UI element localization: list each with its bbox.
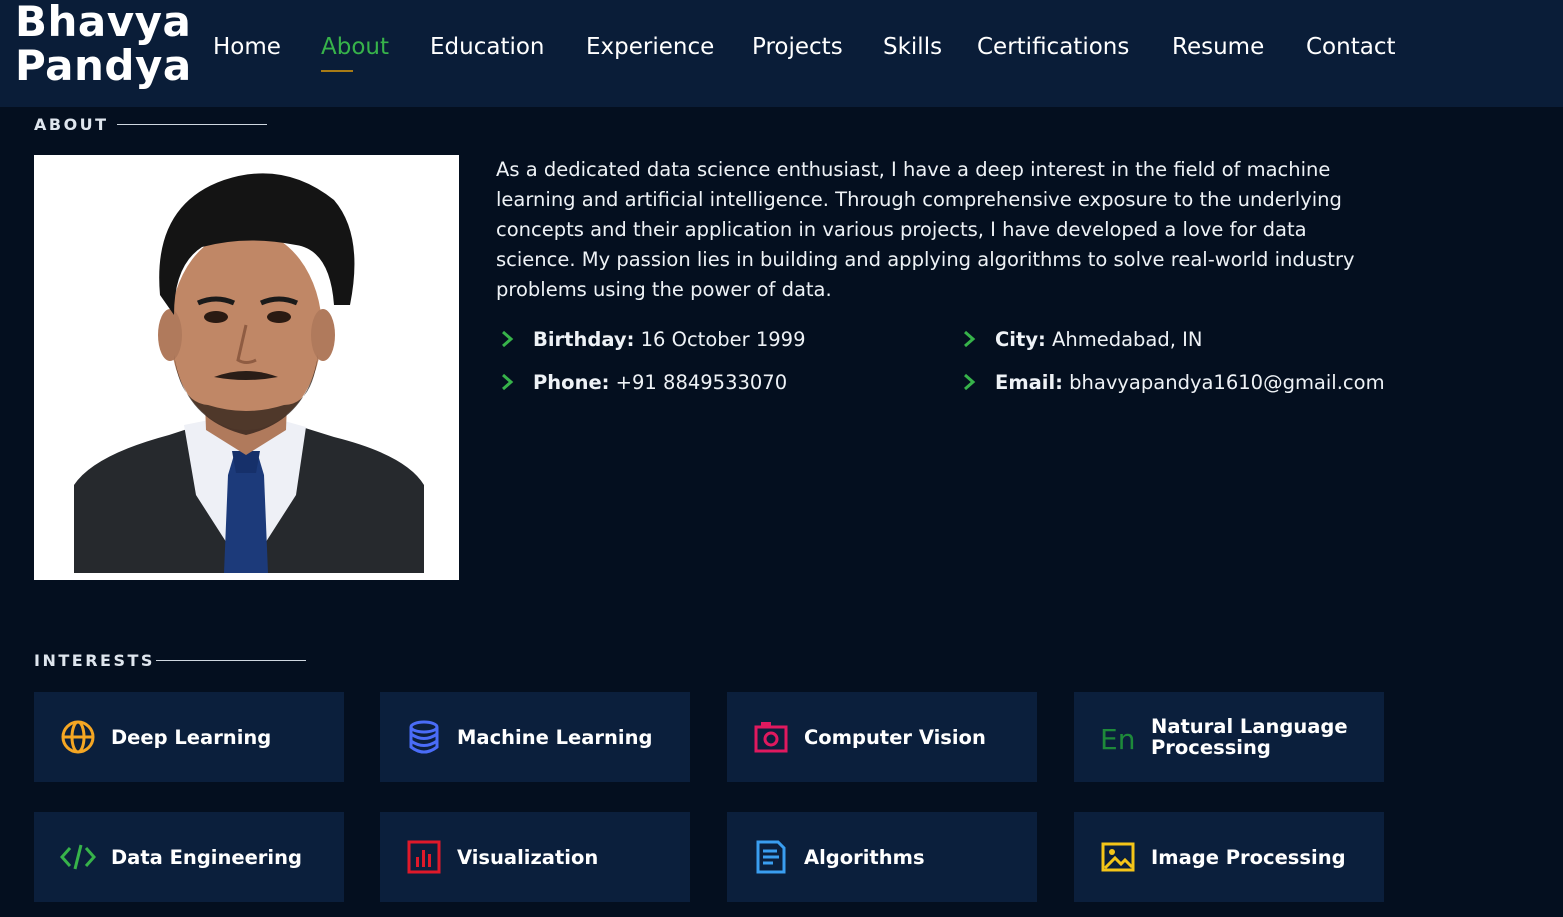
bar-chart-icon: [407, 840, 441, 874]
database-icon: [409, 720, 439, 754]
active-nav-indicator: [321, 70, 353, 72]
interest-card-computer-vision[interactable]: Computer Vision: [727, 692, 1037, 782]
interest-card-data-engineering[interactable]: Data Engineering: [34, 812, 344, 902]
svg-text:En: En: [1100, 723, 1135, 755]
interest-card-algorithms[interactable]: Algorithms: [727, 812, 1037, 902]
image-icon: [1101, 842, 1135, 872]
nav-projects[interactable]: Projects: [752, 34, 843, 60]
interest-label: Deep Learning: [111, 725, 272, 749]
logo-last-name: Pandya: [15, 41, 192, 90]
about-title-line: [117, 124, 267, 125]
nav-home[interactable]: Home: [213, 34, 281, 60]
interest-label: Visualization: [457, 845, 599, 869]
site-logo[interactable]: Bhavya Pandya: [15, 0, 195, 88]
info-label: Birthday:: [533, 328, 635, 351]
chevron-right-icon: [964, 373, 976, 391]
info-label: Email:: [995, 371, 1063, 394]
interest-label: Natural Language Processing: [1151, 715, 1348, 759]
nav-skills[interactable]: Skills: [883, 34, 942, 60]
about-description: As a dedicated data science enthusiast, …: [496, 158, 1355, 301]
profile-photo-illustration: [34, 155, 459, 580]
interest-card-deep-learning[interactable]: Deep Learning: [34, 692, 344, 782]
language-icon: En: [1100, 723, 1135, 755]
camera-icon: [754, 722, 788, 753]
info-value: +91 8849533070: [609, 371, 788, 394]
nav-certifications[interactable]: Certifications: [977, 34, 1129, 60]
interest-label: Machine Learning: [457, 725, 653, 749]
info-label: Phone:: [533, 371, 610, 394]
interest-card-visualization[interactable]: Visualization: [380, 812, 690, 902]
about-section-title: ABOUT: [34, 115, 109, 134]
info-value: 16 October 1999: [634, 328, 806, 351]
site-header: Bhavya Pandya Home About Education Exper…: [0, 0, 1563, 107]
chevron-right-icon: [964, 330, 976, 348]
nav-resume[interactable]: Resume: [1172, 34, 1264, 60]
info-value: bhavyapandya1610@gmail.com: [1062, 371, 1385, 394]
info-value: Ahmedabad, IN: [1045, 328, 1203, 351]
interest-label: Computer Vision: [804, 725, 986, 749]
info-label: City:: [995, 328, 1046, 351]
chevron-right-icon: [502, 330, 514, 348]
document-icon: [756, 840, 786, 874]
nav-education[interactable]: Education: [430, 34, 545, 60]
nav-about[interactable]: About: [321, 34, 389, 60]
logo-first-name: Bhavya: [15, 0, 192, 46]
chevron-right-icon: [502, 373, 514, 391]
interest-label: Data Engineering: [111, 845, 302, 869]
nav-experience[interactable]: Experience: [586, 34, 714, 60]
interest-label: Algorithms: [804, 845, 925, 869]
interest-card-image-processing[interactable]: Image Processing: [1074, 812, 1384, 902]
globe-icon: [61, 720, 95, 754]
interests-title-line: [156, 660, 306, 661]
interest-card-nlp[interactable]: En Natural Language Processing: [1074, 692, 1384, 782]
interest-card-machine-learning[interactable]: Machine Learning: [380, 692, 690, 782]
interest-label: Image Processing: [1151, 845, 1346, 869]
nav-contact[interactable]: Contact: [1306, 34, 1395, 60]
interests-section-title: INTERESTS: [34, 651, 155, 670]
code-icon: [60, 844, 96, 870]
profile-photo: [34, 155, 459, 580]
